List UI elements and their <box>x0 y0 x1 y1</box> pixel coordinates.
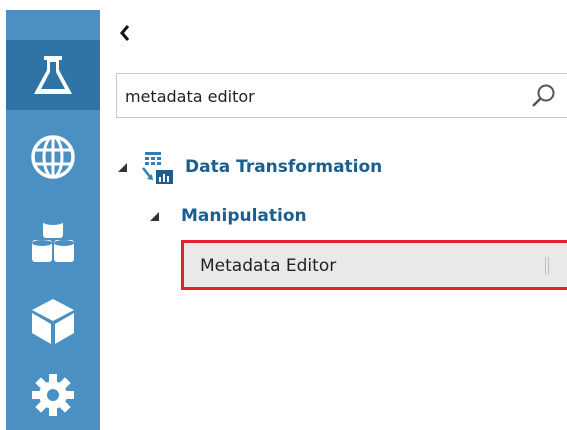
cube-icon <box>32 299 74 344</box>
tree-subcategory-manipulation[interactable]: Manipulation <box>150 203 307 229</box>
globe-icon <box>31 135 75 179</box>
flask-icon <box>34 56 72 94</box>
search-input[interactable] <box>125 83 515 109</box>
left-nav-rail <box>6 10 100 430</box>
expand-arrow-icon[interactable] <box>150 211 159 221</box>
tree-category-label: Data Transformation <box>185 157 383 177</box>
rail-datasets-button[interactable] <box>6 206 100 276</box>
module-label: Metadata Editor <box>200 256 337 276</box>
rail-web-services-button[interactable] <box>6 122 100 192</box>
rail-experiments-button[interactable] <box>6 40 100 110</box>
search-icon[interactable] <box>531 83 557 109</box>
datasets-cylinders-icon <box>32 219 74 262</box>
module-search-box <box>116 73 567 118</box>
data-transformation-icon <box>142 152 173 184</box>
expand-arrow-icon[interactable] <box>118 162 127 172</box>
drag-grip-icon[interactable] <box>545 257 549 275</box>
module-item-metadata-editor[interactable]: Metadata Editor <box>181 240 567 290</box>
gear-icon <box>32 374 74 416</box>
rail-settings-button[interactable] <box>6 360 100 430</box>
collapse-chevron-icon[interactable] <box>118 24 132 42</box>
tree-subcategory-label: Manipulation <box>181 206 307 226</box>
rail-trained-models-button[interactable] <box>6 286 100 356</box>
tree-category-data-transformation[interactable]: Data Transformation <box>118 150 382 184</box>
